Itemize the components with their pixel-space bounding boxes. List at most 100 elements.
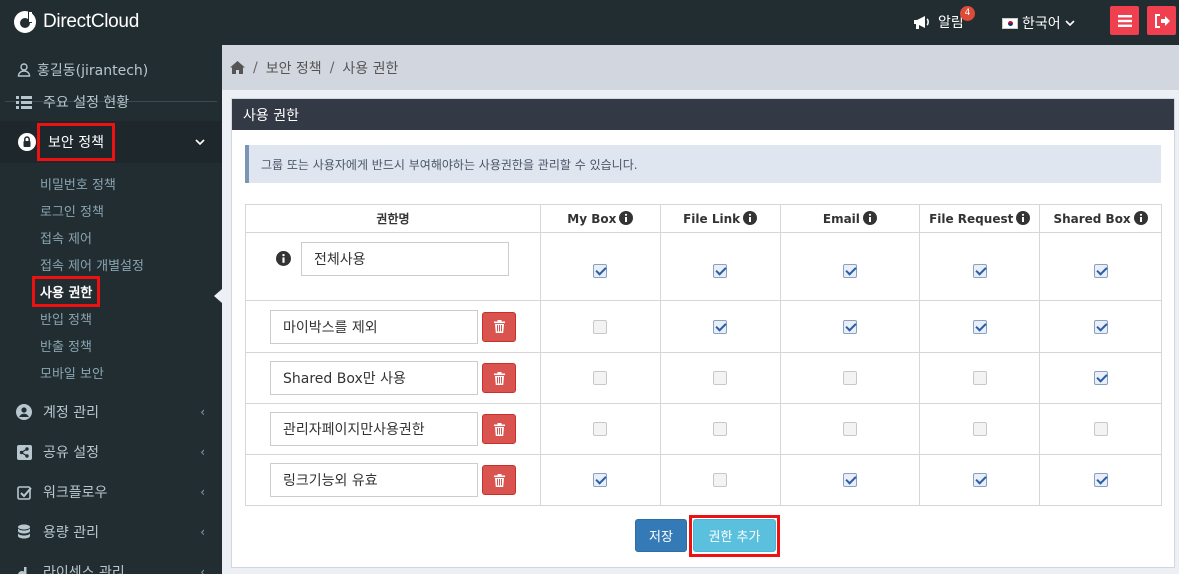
permission-cell-file-request	[919, 454, 1041, 506]
key-icon	[15, 565, 33, 574]
directcloud-logo-icon	[12, 9, 38, 35]
permission-name-input[interactable]: 관리자페이지만사용권한	[270, 412, 478, 446]
sidebar-subitem-permissions[interactable]: 사용 권한	[31, 276, 101, 307]
user-circle-icon	[15, 404, 33, 420]
permission-cell-file-request	[919, 232, 1041, 301]
panel-title: 사용 권한	[232, 99, 1174, 130]
info-icon[interactable]	[276, 251, 291, 266]
shared-box-checkbox[interactable]	[1093, 319, 1108, 334]
share-icon	[15, 444, 33, 460]
column-header-permission-name: 권한명	[245, 204, 541, 233]
file-link-checkbox[interactable]	[713, 263, 728, 278]
info-icon[interactable]	[862, 211, 877, 225]
sidebar-item-storage-management[interactable]: 용량 관리 ‹	[0, 512, 222, 552]
permissions-table: 권한명 My Box File Link Email File Request …	[245, 204, 1162, 506]
lock-icon	[18, 133, 36, 151]
sidebar-item-label: 라이센스 관리	[43, 565, 125, 574]
permission-cell-my-box	[539, 300, 661, 353]
file-request-checkbox[interactable]	[972, 473, 987, 487]
permission-name-cell: Shared Box만 사용	[245, 352, 541, 404]
database-icon	[15, 524, 33, 540]
permission-cell-email	[779, 403, 921, 455]
info-icon[interactable]	[743, 211, 758, 225]
sidebar-subitem-export-policy[interactable]: 반출 정책	[40, 336, 92, 355]
file-link-checkbox[interactable]	[713, 319, 728, 334]
shared-box-checkbox[interactable]	[1093, 422, 1108, 436]
shared-box-checkbox[interactable]	[1093, 371, 1108, 385]
permission-cell-file-link	[659, 232, 781, 301]
sidebar-item-license-management[interactable]: 라이센스 관리 ‹	[0, 552, 222, 574]
breadcrumb: / 보안 정책 / 사용 권한	[222, 45, 1179, 90]
delete-permission-button[interactable]	[482, 414, 516, 444]
permission-name-input[interactable]: 마이박스를 제외	[270, 309, 478, 344]
my-box-checkbox[interactable]	[593, 263, 608, 278]
delete-permission-button[interactable]	[482, 465, 516, 495]
file-link-checkbox[interactable]	[713, 473, 728, 487]
email-checkbox[interactable]	[842, 473, 857, 487]
chevron-down-icon	[1065, 19, 1075, 27]
home-icon[interactable]	[230, 61, 245, 74]
sidebar-item-account-management[interactable]: 계정 관리 ‹	[0, 392, 222, 432]
permission-name-cell: 링크기능외 유효	[245, 454, 541, 506]
delete-permission-button[interactable]	[482, 311, 516, 342]
my-box-checkbox[interactable]	[593, 319, 608, 334]
sidebar-subitem-password-policy[interactable]: 비밀번호 정책	[40, 174, 116, 193]
info-icon[interactable]	[619, 211, 634, 225]
language-label: 한국어	[1022, 16, 1061, 32]
table-row: Shared Box만 사용	[245, 352, 1162, 404]
shared-box-checkbox[interactable]	[1093, 473, 1108, 487]
sidebar-subitem-access-control[interactable]: 접속 제어	[40, 228, 92, 247]
user-name: 홍길동(jirantech)	[37, 63, 149, 79]
sidebar-item-label: 워크플로우	[43, 485, 108, 501]
permission-name-input[interactable]: Shared Box만 사용	[270, 361, 478, 395]
table-row: 관리자페이지만사용권한	[245, 403, 1162, 455]
breadcrumb-separator: /	[253, 59, 258, 76]
my-box-checkbox[interactable]	[593, 473, 608, 487]
delete-permission-button[interactable]	[482, 363, 516, 393]
email-checkbox[interactable]	[842, 263, 857, 278]
sidebar-subitem-mobile-security[interactable]: 모바일 보안	[40, 363, 104, 382]
email-checkbox[interactable]	[842, 319, 857, 334]
check-square-icon	[15, 485, 33, 500]
info-icon[interactable]	[1016, 211, 1031, 225]
sidebar-item-dashboard[interactable]: 주요 설정 현황	[0, 82, 222, 122]
chevron-left-icon: ‹	[200, 405, 205, 419]
sidebar-item-security-policy[interactable]: 보안 정책	[0, 121, 222, 163]
file-link-checkbox[interactable]	[713, 371, 728, 385]
permission-name-input[interactable]: 전체사용	[301, 241, 509, 276]
permission-cell-my-box	[539, 403, 661, 455]
trash-icon	[493, 422, 505, 436]
my-box-checkbox[interactable]	[593, 422, 608, 436]
breadcrumb-item-security-policy[interactable]: 보안 정책	[266, 58, 322, 78]
alert-button[interactable]: 알림 4	[913, 6, 975, 32]
column-header-file-request: File Request	[919, 204, 1041, 233]
sidebar-subitem-access-control-individual[interactable]: 접속 제어 개별설정	[40, 255, 144, 274]
language-selector[interactable]: 한국어	[1002, 13, 1075, 33]
permission-cell-shared-box	[1039, 403, 1162, 455]
active-indicator	[214, 289, 222, 303]
save-button[interactable]: 저장	[635, 519, 687, 552]
sidebar-item-label: 공유 설정	[43, 445, 99, 461]
sidebar-subitem-import-policy[interactable]: 반입 정책	[40, 309, 92, 328]
sidebar-item-share-settings[interactable]: 공유 설정 ‹	[0, 432, 222, 472]
logo[interactable]: DirectCloud	[12, 9, 139, 35]
sidebar-subitem-login-policy[interactable]: 로그인 정책	[40, 201, 104, 220]
add-permission-button[interactable]: 권한 추가	[693, 519, 776, 552]
logout-button[interactable]	[1147, 6, 1176, 35]
my-box-checkbox[interactable]	[593, 371, 608, 385]
file-link-checkbox[interactable]	[713, 422, 728, 436]
permission-name-input[interactable]: 링크기능외 유효	[270, 463, 478, 497]
menu-button[interactable]	[1110, 6, 1139, 35]
email-checkbox[interactable]	[842, 422, 857, 436]
info-icon[interactable]	[1133, 211, 1148, 225]
sidebar-user[interactable]: 홍길동(jirantech)	[17, 60, 148, 80]
file-request-checkbox[interactable]	[972, 319, 987, 334]
email-checkbox[interactable]	[842, 371, 857, 385]
file-request-checkbox[interactable]	[972, 263, 987, 278]
sign-out-icon	[1154, 13, 1170, 28]
chevron-left-icon: ‹	[200, 565, 205, 574]
file-request-checkbox[interactable]	[972, 371, 987, 385]
file-request-checkbox[interactable]	[972, 422, 987, 436]
shared-box-checkbox[interactable]	[1093, 263, 1108, 278]
sidebar-item-workflow[interactable]: 워크플로우 ‹	[0, 472, 222, 512]
